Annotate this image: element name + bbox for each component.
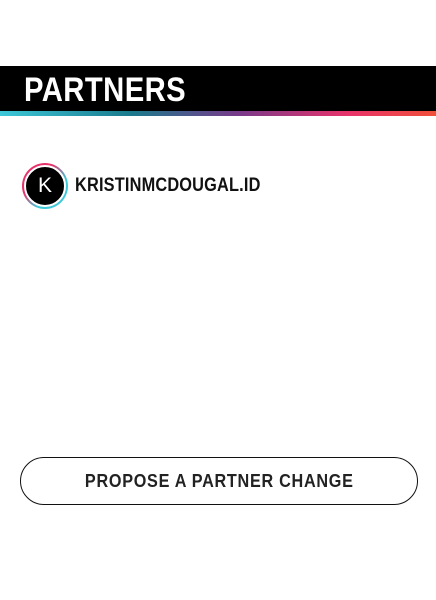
propose-button-label: PROPOSE A PARTNER CHANGE (84, 470, 354, 491)
page-title: PARTNERS (24, 71, 187, 109)
accent-gradient-bar (0, 111, 436, 116)
partner-list-item[interactable]: K KRISTINMCDOUGAL.ID (22, 163, 291, 209)
avatar-ring: K (22, 163, 68, 209)
page-header: PARTNERS (0, 66, 436, 112)
partner-name: KRISTINMCDOUGAL.ID (75, 175, 261, 196)
propose-partner-change-button[interactable]: PROPOSE A PARTNER CHANGE (20, 457, 418, 505)
avatar: K (24, 165, 66, 207)
